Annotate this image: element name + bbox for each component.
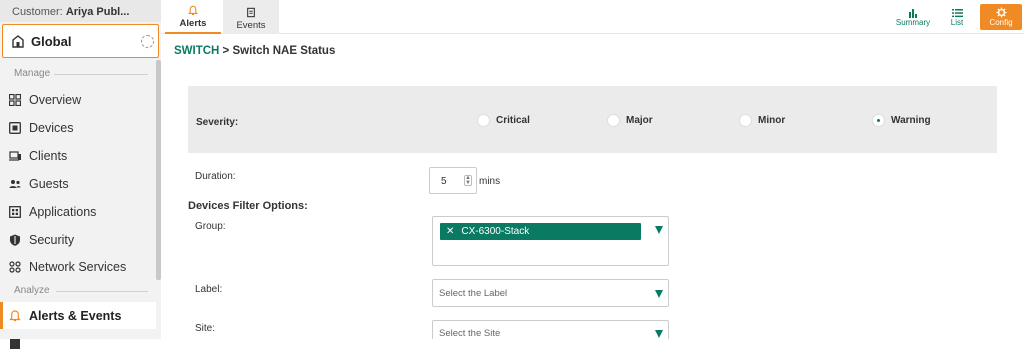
breadcrumb: SWITCH > Switch NAE Status bbox=[174, 45, 335, 57]
customer-prefix: Customer: bbox=[12, 6, 63, 18]
severity-panel: Severity: Critical Major Minor Warning bbox=[188, 86, 997, 153]
sidebar-item-label: Applications bbox=[29, 204, 97, 219]
severity-radio-critical[interactable]: Critical bbox=[477, 114, 530, 127]
filter-heading: Devices Filter Options: bbox=[188, 200, 308, 212]
sidebar-item-label: Clients bbox=[29, 148, 68, 163]
label-select[interactable]: Select the Label bbox=[432, 279, 669, 307]
radio-circle[interactable] bbox=[739, 114, 752, 127]
sidebar-item-label: Guests bbox=[29, 176, 69, 191]
radio-circle[interactable] bbox=[607, 114, 620, 127]
bell-icon bbox=[9, 309, 21, 322]
sidebar-item-applications[interactable]: Applications bbox=[0, 198, 156, 225]
list-icon bbox=[951, 8, 963, 17]
label-placeholder: Select the Label bbox=[439, 288, 508, 299]
sidebar-scrollbar[interactable] bbox=[156, 60, 161, 280]
duration-input[interactable]: 5 ▲ ▼ bbox=[429, 167, 477, 194]
bell-icon bbox=[188, 5, 198, 16]
tab-events[interactable]: Events bbox=[223, 0, 279, 34]
guests-icon bbox=[9, 178, 21, 190]
group-label: Group: bbox=[195, 221, 226, 232]
sidebar-item-guests[interactable]: Guests bbox=[0, 170, 156, 197]
sidebar-item-partial[interactable] bbox=[0, 330, 156, 357]
sidebar-item-alerts-events[interactable]: Alerts & Events bbox=[0, 302, 156, 329]
site-label: Site: bbox=[195, 323, 216, 334]
label-label: Label: bbox=[195, 284, 223, 295]
shield-icon bbox=[9, 234, 21, 246]
sidebar-item-security[interactable]: Security bbox=[0, 226, 156, 253]
config-button[interactable]: Config bbox=[980, 4, 1022, 30]
site-select[interactable]: Select the Site bbox=[432, 320, 669, 339]
severity-radio-warning[interactable]: Warning bbox=[872, 114, 931, 127]
config-label: Config bbox=[989, 18, 1013, 27]
chevron-down-icon[interactable] bbox=[655, 330, 663, 338]
site-placeholder: Select the Site bbox=[439, 328, 501, 339]
gear-icon bbox=[995, 7, 1007, 18]
scope-selector[interactable]: Global bbox=[2, 24, 159, 58]
list-button[interactable]: List bbox=[946, 4, 968, 30]
network-services-icon bbox=[9, 260, 21, 273]
sidebar-item-network-services[interactable]: Network Services bbox=[0, 253, 156, 280]
radio-circle-selected[interactable] bbox=[872, 114, 885, 127]
sidebar-item-label: Devices bbox=[29, 120, 74, 135]
tab-alerts[interactable]: Alerts bbox=[165, 0, 221, 34]
section-manage: Manage bbox=[0, 68, 156, 82]
radio-circle[interactable] bbox=[477, 114, 490, 127]
report-icon bbox=[9, 338, 21, 350]
section-analyze: Analyze bbox=[0, 285, 156, 299]
duration-label: Duration: bbox=[195, 171, 236, 182]
summary-label: Summary bbox=[895, 17, 931, 27]
sidebar-item-clients[interactable]: Clients bbox=[0, 142, 156, 169]
close-icon[interactable]: ✕ bbox=[446, 226, 454, 237]
tab-events-label: Events bbox=[236, 20, 266, 31]
severity-option-label: Warning bbox=[891, 115, 931, 126]
customer-name: Ariya Publ... bbox=[65, 6, 130, 18]
breadcrumb-current: Switch NAE Status bbox=[232, 45, 336, 57]
summary-button[interactable]: Summary bbox=[896, 4, 930, 30]
sidebar-item-label: Security bbox=[29, 232, 75, 247]
duration-unit: mins bbox=[479, 176, 501, 187]
applications-icon bbox=[9, 205, 21, 218]
building-icon bbox=[12, 35, 24, 48]
duration-value: 5 bbox=[441, 176, 447, 187]
section-analyze-label: Analyze bbox=[14, 285, 50, 296]
group-chip-label: CX-6300-Stack bbox=[461, 226, 530, 237]
severity-option-label: Minor bbox=[758, 115, 786, 126]
severity-option-label: Critical bbox=[496, 115, 530, 126]
chevron-down-icon[interactable] bbox=[655, 226, 663, 234]
section-manage-label: Manage bbox=[14, 68, 51, 79]
clients-icon bbox=[9, 150, 21, 162]
severity-radio-major[interactable]: Major bbox=[607, 114, 653, 127]
severity-option-label: Major bbox=[626, 115, 653, 126]
list-label: List bbox=[950, 17, 964, 27]
breadcrumb-link-switch[interactable]: SWITCH bbox=[174, 45, 219, 57]
sidebar-item-label: Overview bbox=[29, 92, 82, 107]
customer-selector[interactable]: Customer: Ariya Publ... bbox=[0, 0, 161, 22]
sidebar-item-label: Alerts & Events bbox=[29, 308, 122, 323]
group-chip[interactable]: ✕ CX-6300-Stack bbox=[440, 223, 641, 240]
scope-label: Global bbox=[31, 33, 72, 49]
severity-label: Severity: bbox=[196, 117, 239, 128]
sidebar-item-overview[interactable]: Overview bbox=[0, 86, 156, 113]
stepper-arrows-icon[interactable]: ▲ ▼ bbox=[464, 175, 472, 186]
sidebar-item-label: Network Services bbox=[29, 259, 127, 274]
group-multiselect[interactable]: ✕ CX-6300-Stack bbox=[432, 216, 669, 266]
bar-chart-icon bbox=[909, 8, 917, 18]
sidebar-item-devices[interactable]: Devices bbox=[0, 114, 156, 141]
chevron-down-icon[interactable] bbox=[655, 290, 663, 298]
devices-icon bbox=[9, 121, 21, 134]
severity-radio-minor[interactable]: Minor bbox=[739, 114, 785, 127]
overview-icon bbox=[9, 93, 21, 106]
top-bar: Alerts Events Summary List Config bbox=[161, 0, 1024, 34]
breadcrumb-separator: > bbox=[219, 45, 233, 57]
document-icon bbox=[247, 7, 255, 18]
sidebar: Customer: Ariya Publ... Global Manage Ov… bbox=[0, 0, 161, 349]
loading-spinner-icon bbox=[141, 35, 154, 48]
tab-alerts-label: Alerts bbox=[179, 18, 207, 29]
